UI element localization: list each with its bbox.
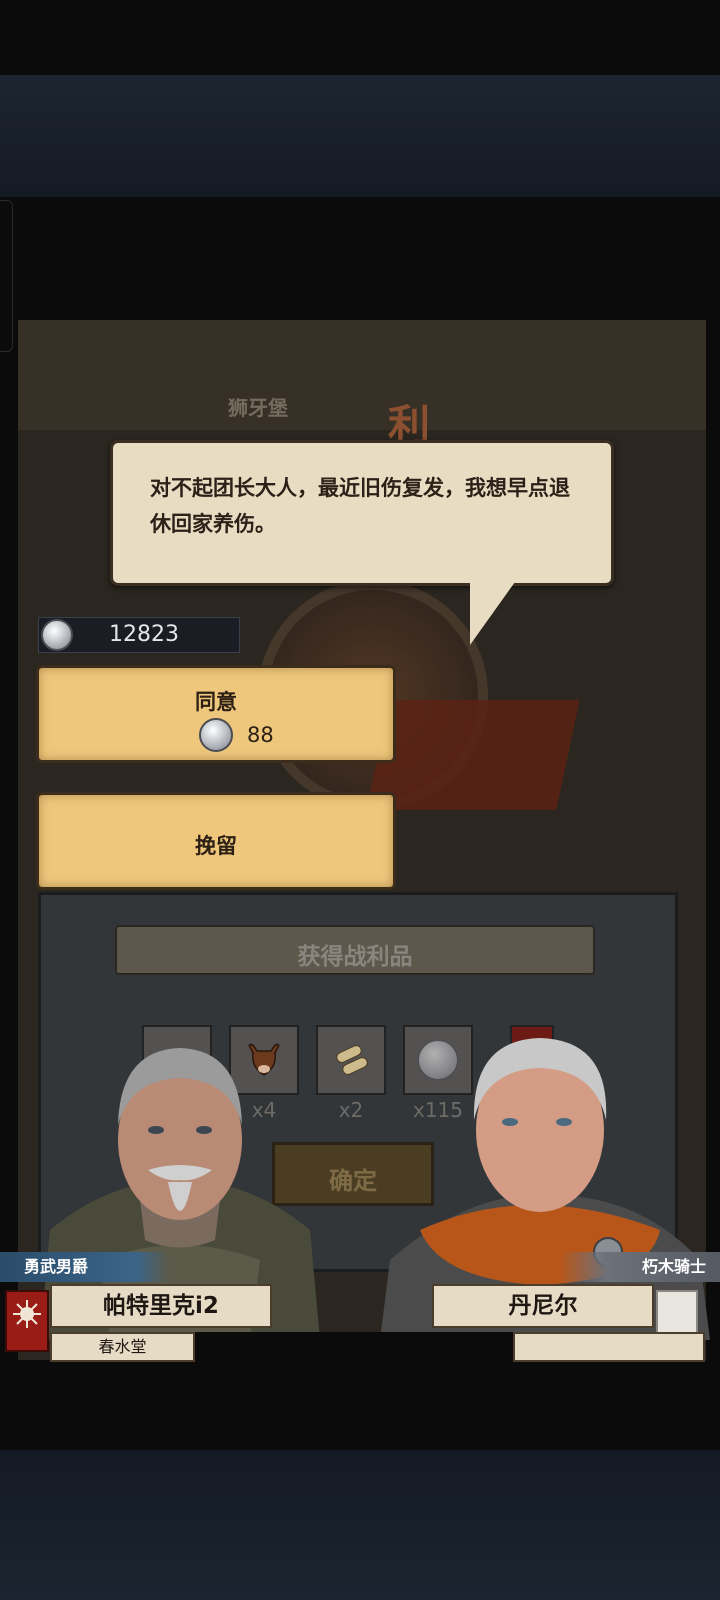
agree-cost-value: 88 [247, 723, 274, 747]
loot-qty: x2 [338, 1098, 364, 1122]
right-character-subplate [513, 1332, 705, 1362]
silver-balance: 12823 [38, 617, 240, 653]
background-location-label: 狮牙堡 [228, 396, 288, 420]
speech-bubble-tail [470, 575, 520, 645]
loot-title: 获得战利品 [297, 944, 413, 970]
loot-title-bar: 获得战利品 [115, 925, 595, 975]
silver-coin-icon [41, 619, 73, 651]
bottom-mask [195, 1332, 513, 1364]
left-character-name: 帕特里克i2 [50, 1284, 272, 1328]
agree-label: 同意 [195, 690, 237, 714]
silver-balance-value: 12823 [109, 622, 179, 647]
loot-item-scroll[interactable] [316, 1025, 386, 1095]
right-character-title: 朽木骑士 [560, 1252, 720, 1282]
bottom-band [0, 1450, 720, 1600]
top-band [0, 75, 720, 197]
agree-button[interactable]: 同意 88 [36, 665, 396, 763]
silver-coin-icon [199, 718, 233, 752]
right-character-name: 丹尼尔 [432, 1284, 654, 1328]
sun-crest-icon [5, 1290, 49, 1352]
background-banner [366, 700, 580, 810]
retain-button[interactable]: 挽留 [36, 792, 396, 890]
left-character-house: 春水堂 [50, 1332, 195, 1362]
left-character-title: 勇武男爵 [0, 1252, 170, 1282]
scroll-icon [336, 1045, 368, 1075]
background-hud [18, 320, 706, 430]
side-edge-handle [0, 200, 13, 352]
retain-label: 挽留 [195, 834, 237, 858]
dialogue-text: 对不起团长大人，最近旧伤复发，我想早点退休回家养伤。 [150, 476, 570, 536]
